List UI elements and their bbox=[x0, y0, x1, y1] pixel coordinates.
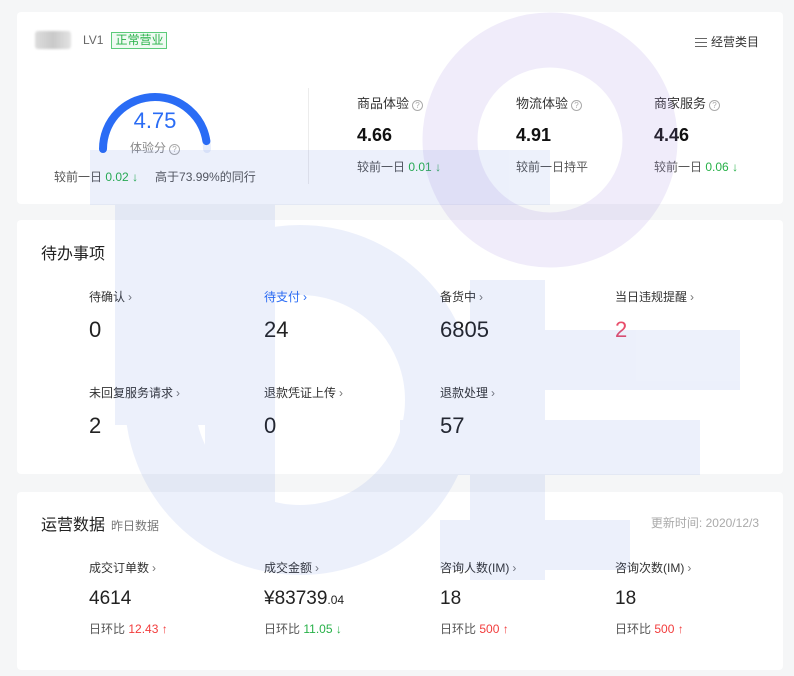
todo-label[interactable]: 未回复服务请求 › bbox=[89, 384, 180, 401]
divider bbox=[308, 88, 309, 184]
ops-label[interactable]: 成交金额 › bbox=[264, 559, 344, 576]
ops-item-im-sessions[interactable]: 咨询次数(IM) › 18 日环比 500 ↑ bbox=[615, 559, 691, 637]
ops-label[interactable]: 咨询次数(IM) › bbox=[615, 559, 691, 576]
chevron-right-icon: › bbox=[128, 290, 133, 304]
store-status-badge: 正常营业 bbox=[111, 31, 168, 49]
todo-value: 2 bbox=[89, 413, 102, 438]
store-avatar bbox=[35, 31, 71, 49]
metric-logistics-experience: 物流体验? 4.91 较前一日持平 bbox=[516, 93, 588, 175]
ops-compare: 日环比 500 ↑ bbox=[615, 622, 684, 636]
todo-value: 2 bbox=[615, 317, 628, 342]
metric-title: 商品体验? bbox=[357, 93, 441, 112]
metric-value: 4.46 bbox=[654, 125, 690, 145]
business-category-link[interactable]: 经营类目 bbox=[694, 33, 759, 50]
store-level: LV1 bbox=[83, 33, 104, 47]
todo-value: 24 bbox=[264, 317, 289, 342]
todo-label[interactable]: 退款处理 › bbox=[440, 384, 495, 401]
score-label-text: 体验分 bbox=[129, 141, 166, 155]
chevron-right-icon: › bbox=[152, 561, 157, 575]
metric-compare: 较前一日 0.01 ↓ bbox=[357, 160, 442, 174]
todo-value: 0 bbox=[264, 413, 277, 438]
chevron-right-icon: › bbox=[315, 561, 320, 575]
metric-value: 4.91 bbox=[516, 125, 552, 145]
list-icon bbox=[694, 37, 707, 47]
ops-compare: 日环比 11.05 ↓ bbox=[264, 622, 342, 636]
metric-title: 物流体验? bbox=[516, 93, 588, 112]
todo-item-pending-confirm[interactable]: 待确认 › 0 bbox=[89, 288, 132, 343]
business-category-label: 经营类目 bbox=[710, 35, 759, 49]
compare-value: 0.02 bbox=[105, 170, 129, 184]
chevron-right-icon: › bbox=[176, 386, 181, 400]
ops-title-text: 运营数据 bbox=[41, 517, 106, 534]
todo-title: 待办事项 bbox=[41, 246, 106, 263]
ops-subtitle: 昨日数据 bbox=[111, 519, 160, 533]
ops-title: 运营数据 昨日数据 bbox=[41, 511, 159, 535]
arrow-down-icon: ↓ bbox=[335, 622, 342, 636]
peer-suffix: 的同行 bbox=[219, 170, 256, 184]
todo-label[interactable]: 备货中 › bbox=[440, 288, 489, 305]
arrow-down-icon: ↓ bbox=[435, 160, 442, 174]
chevron-right-icon: › bbox=[687, 561, 692, 575]
todo-item-pending-payment[interactable]: 待支付 › 24 bbox=[264, 288, 307, 343]
chevron-right-icon: › bbox=[690, 290, 695, 304]
help-icon[interactable]: ? bbox=[412, 100, 424, 111]
metric-title: 商家服务? bbox=[654, 93, 738, 112]
todo-label[interactable]: 待支付 › bbox=[264, 288, 307, 305]
arrow-down-icon: ↓ bbox=[732, 160, 739, 174]
todo-item-refund-processing[interactable]: 退款处理 › 57 bbox=[440, 384, 495, 439]
operations-card: 运营数据 昨日数据 更新时间: 2020/12/3 成交订单数 › 4614 日环比… bbox=[17, 492, 783, 670]
chevron-right-icon: › bbox=[512, 561, 517, 575]
todo-value: 57 bbox=[440, 413, 465, 438]
metric-merchant-service: 商家服务? 4.46 较前一日 0.06 ↓ bbox=[654, 93, 738, 175]
todo-value: 6805 bbox=[440, 317, 489, 342]
experience-score-value: 4.75 bbox=[133, 108, 177, 133]
todo-item-refund-proof[interactable]: 退款凭证上传 › 0 bbox=[264, 384, 343, 439]
arrow-up-icon: ↑ bbox=[677, 622, 684, 636]
arrow-down-icon: ↓ bbox=[132, 170, 139, 184]
ops-value: ¥83739.04 bbox=[264, 588, 345, 609]
todo-label[interactable]: 待确认 › bbox=[89, 288, 132, 305]
ops-item-im-users[interactable]: 咨询人数(IM) › 18 日环比 500 ↑ bbox=[440, 559, 516, 637]
todo-card: 待办事项 待确认 › 0 待支付 › 24 备货中 › 6805 当日违规提醒 › 2 … bbox=[17, 220, 783, 474]
todo-label[interactable]: 当日违规提醒 › bbox=[615, 288, 694, 305]
chevron-right-icon: › bbox=[303, 290, 308, 304]
help-icon[interactable]: ? bbox=[709, 100, 721, 111]
chevron-right-icon: › bbox=[491, 386, 496, 400]
metric-compare: 较前一日持平 bbox=[516, 160, 589, 174]
store-header: LV1 正常营业 bbox=[35, 31, 168, 49]
ops-item-gmv[interactable]: 成交金额 › ¥83739.04 日环比 11.05 ↓ bbox=[264, 559, 344, 637]
ops-label[interactable]: 成交订单数 › bbox=[89, 559, 168, 576]
todo-item-violation-alert[interactable]: 当日违规提醒 › 2 bbox=[615, 288, 694, 343]
ops-item-orders[interactable]: 成交订单数 › 4614 日环比 12.43 ↑ bbox=[89, 559, 168, 637]
compare-prefix: 较前一日 bbox=[54, 170, 103, 184]
todo-label[interactable]: 退款凭证上传 › bbox=[264, 384, 343, 401]
experience-score-label: 体验分? bbox=[93, 139, 217, 156]
metric-product-experience: 商品体验? 4.66 较前一日 0.01 ↓ bbox=[357, 93, 441, 175]
peer-prefix: 高于 bbox=[155, 170, 180, 184]
help-icon[interactable]: ? bbox=[571, 100, 583, 111]
metric-compare: 较前一日 0.06 ↓ bbox=[654, 160, 739, 174]
arrow-up-icon: ↑ bbox=[161, 622, 168, 636]
ops-value: 4614 bbox=[89, 588, 132, 609]
score-peer-rank: 高于73.99%的同行 bbox=[155, 168, 256, 185]
help-icon[interactable]: ? bbox=[169, 144, 180, 155]
todo-value: 0 bbox=[89, 317, 102, 342]
ops-value: 18 bbox=[440, 588, 462, 609]
chevron-right-icon: › bbox=[339, 386, 344, 400]
update-time: 更新时间: 2020/12/3 bbox=[650, 516, 759, 530]
chevron-right-icon: › bbox=[479, 290, 484, 304]
todo-item-unreplied-service[interactable]: 未回复服务请求 › 2 bbox=[89, 384, 180, 439]
ops-compare: 日环比 500 ↑ bbox=[440, 622, 509, 636]
metric-value: 4.66 bbox=[357, 125, 393, 145]
peer-value: 73.99% bbox=[179, 170, 220, 184]
ops-value: 18 bbox=[615, 588, 637, 609]
score-compare: 较前一日 0.02 ↓ bbox=[54, 168, 138, 185]
arrow-up-icon: ↑ bbox=[502, 622, 509, 636]
todo-item-stocking[interactable]: 备货中 › 6805 bbox=[440, 288, 489, 343]
experience-score-card: LV1 正常营业 经营类目 4.75 体验分? 较前一日 0.02 ↓ 高于73… bbox=[17, 12, 783, 204]
ops-compare: 日环比 12.43 ↑ bbox=[89, 622, 168, 636]
ops-label[interactable]: 咨询人数(IM) › bbox=[440, 559, 516, 576]
